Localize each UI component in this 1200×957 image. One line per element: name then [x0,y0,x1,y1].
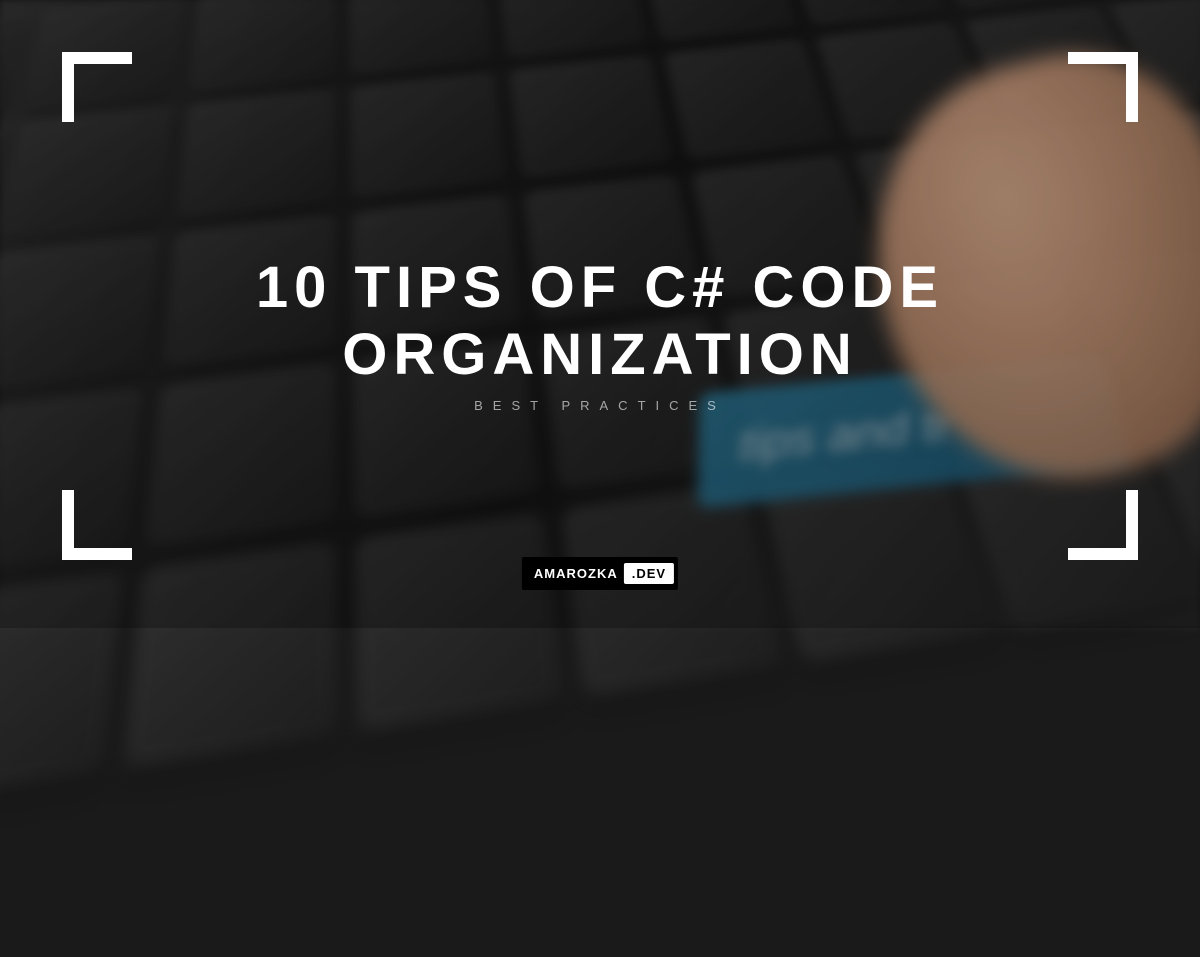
content-wrapper: 10 TIPS OF C# CODE ORGANIZATION BEST PRA… [0,0,1200,628]
brand-badge: AMAROZKA .DEV [522,557,678,590]
brand-extension: .DEV [624,563,674,584]
hero-title: 10 TIPS OF C# CODE ORGANIZATION [150,255,1050,388]
hero-subtitle: BEST PRACTICES [474,398,726,413]
brand-name: AMAROZKA [534,566,618,581]
